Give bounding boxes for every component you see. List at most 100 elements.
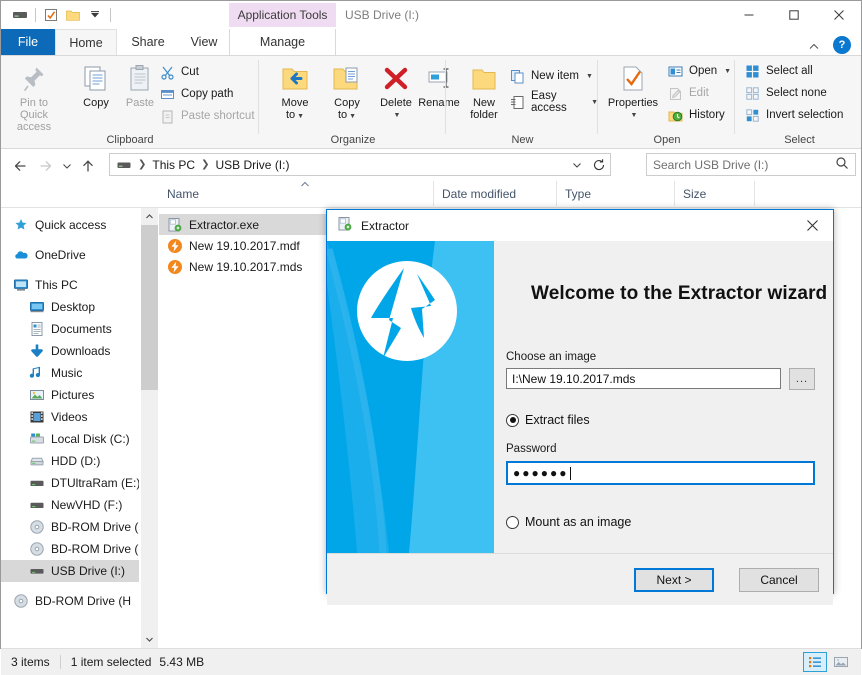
collapse-ribbon-icon[interactable] [805,38,823,56]
select-none-button[interactable]: Select none [744,83,827,103]
column-header-size[interactable]: Size [675,181,755,206]
sidebar-item-downloads[interactable]: Downloads [1,340,139,362]
recent-locations-button[interactable] [59,153,75,179]
window-title: USB Drive (I:) [345,8,420,22]
search-icon[interactable] [835,156,849,173]
move-to-button[interactable]: Move to ▼ [266,60,324,123]
sidebar-item-documents[interactable]: Documents [1,318,139,340]
large-icons-view-button[interactable] [829,652,853,672]
column-header-name[interactable]: Name [159,181,434,206]
search-placeholder: Search USB Drive (I:) [653,157,769,172]
cut-button[interactable]: Cut [159,62,199,82]
new-item-caret-icon[interactable]: ▼ [586,73,593,80]
invert-selection-button[interactable]: Invert selection [744,105,843,125]
properties-label: Properties [607,97,659,109]
minimize-button[interactable] [726,1,771,29]
password-input[interactable]: ●●●●●● [506,461,815,485]
sidebar-item-usb-drive-i[interactable]: USB Drive (I:) [1,560,139,582]
up-button[interactable] [75,153,101,179]
details-view-button[interactable] [803,652,827,672]
sidebar-item-onedrive[interactable]: OneDrive [1,244,139,266]
forward-button[interactable] [33,153,59,179]
status-size: 5.43 MB [159,655,205,669]
navigation-pane-scrollbar[interactable] [141,208,158,648]
new-folder-button[interactable]: New folder [455,60,513,121]
status-bar: 3 items 1 item selected 5.43 MB [1,648,861,675]
new-item-button[interactable]: New item ▼ [509,66,593,86]
radio-extract-files[interactable]: Extract files [506,413,590,427]
file-name: New 19.10.2017.mdf [189,238,300,253]
properties-button[interactable]: Properties ▼ [601,60,665,122]
navigation-pane: Quick access OneDrive This PC Desktop Do… [1,208,139,648]
ribbon-group-open: Properties ▼ Open ▼ Edit History Open [599,56,735,148]
properties-caret-icon[interactable]: ▼ [631,110,638,122]
paste-shortcut-button[interactable]: Paste shortcut [159,106,255,126]
next-button[interactable]: Next > [634,568,714,592]
help-icon[interactable]: ? [833,36,851,54]
select-all-label: Select all [766,65,813,77]
browse-button[interactable]: ... [789,368,815,390]
new-item-label: New item [531,70,579,82]
tab-manage[interactable]: Manage [229,29,336,55]
edit-icon [667,85,684,102]
cancel-button[interactable]: Cancel [739,568,819,592]
sidebar-item-music[interactable]: Music [1,362,139,384]
history-button[interactable]: History [667,105,725,125]
drive-icon[interactable] [9,4,31,26]
sidebar-item-local-disk-c[interactable]: Local Disk (C:) [1,428,139,450]
new-folder-icon[interactable] [62,4,84,26]
scrollbar-thumb[interactable] [141,225,158,390]
edit-button[interactable]: Edit [667,83,709,103]
disc-icon [13,593,29,609]
refresh-icon[interactable] [588,154,610,175]
sidebar-label: BD-ROM Drive (H [35,594,131,608]
sidebar-label: OneDrive [35,248,86,262]
sidebar-item-bd-rom-drive-2[interactable]: BD-ROM Drive ( [1,538,139,560]
sidebar-item-hdd-d[interactable]: HDD (D:) [1,450,139,472]
sidebar-item-quick-access[interactable]: Quick access [1,214,139,236]
sidebar-item-bd-rom-drive-1[interactable]: BD-ROM Drive ( [1,516,139,538]
breadcrumb-usb-drive[interactable]: USB Drive (I:) [213,154,291,175]
close-button[interactable] [816,1,861,29]
sidebar-item-this-pc[interactable]: This PC [1,274,139,296]
customize-dropdown-icon[interactable] [84,4,106,26]
sidebar-item-pictures[interactable]: Pictures [1,384,139,406]
pin-label-line2: access [16,121,52,133]
move-to-label-line1: Move [281,97,309,109]
tab-home[interactable]: Home [55,29,117,55]
sidebar-item-desktop[interactable]: Desktop [1,296,139,318]
column-header-date-modified[interactable]: Date modified [434,181,557,206]
breadcrumb-usb-drive-label: USB Drive (I:) [215,157,290,172]
sidebar-item-dtultraram-e[interactable]: DTUltraRam (E:) [1,472,139,494]
scroll-up-icon[interactable] [141,208,158,225]
back-button[interactable] [7,153,33,179]
contextual-tab-application-tools[interactable]: Application Tools [229,3,336,27]
dialog-close-button[interactable] [791,210,833,241]
sidebar-item-videos[interactable]: Videos [1,406,139,428]
address-bar[interactable]: ❯ This PC ❯ USB Drive (I:) [109,153,611,176]
open-caret-icon[interactable]: ▼ [724,68,731,75]
radio-mount-as-image[interactable]: Mount as an image [506,515,631,529]
delete-caret-icon[interactable]: ▼ [394,110,401,122]
sidebar-item-newvhd-f[interactable]: NewVHD (F:) [1,494,139,516]
maximize-button[interactable] [771,1,816,29]
sidebar-item-bd-rom-drive-h[interactable]: BD-ROM Drive (H [1,590,139,612]
tab-file[interactable]: File [1,29,55,55]
select-all-button[interactable]: Select all [744,61,813,81]
tab-view[interactable]: View [179,29,229,55]
column-header-type[interactable]: Type [557,181,675,206]
tab-home-label: Home [69,35,103,50]
properties-icon[interactable] [40,4,62,26]
sidebar-label: USB Drive (I:) [51,564,126,578]
copy-path-button[interactable]: Copy path [159,84,233,104]
easy-access-button[interactable]: Easy access ▼ [509,90,598,114]
open-button[interactable]: Open ▼ [667,61,731,81]
image-path-input[interactable]: I:\New 19.10.2017.mds [506,368,781,389]
breadcrumb-this-pc[interactable]: This PC [150,154,197,175]
pin-to-quick-access-button[interactable]: Pin to Quick access [5,60,63,133]
tab-share[interactable]: Share [117,29,179,55]
address-dropdown-icon[interactable] [566,154,588,175]
search-input[interactable]: Search USB Drive (I:) [646,153,856,176]
status-divider [59,655,61,669]
scroll-down-icon[interactable] [141,631,158,648]
